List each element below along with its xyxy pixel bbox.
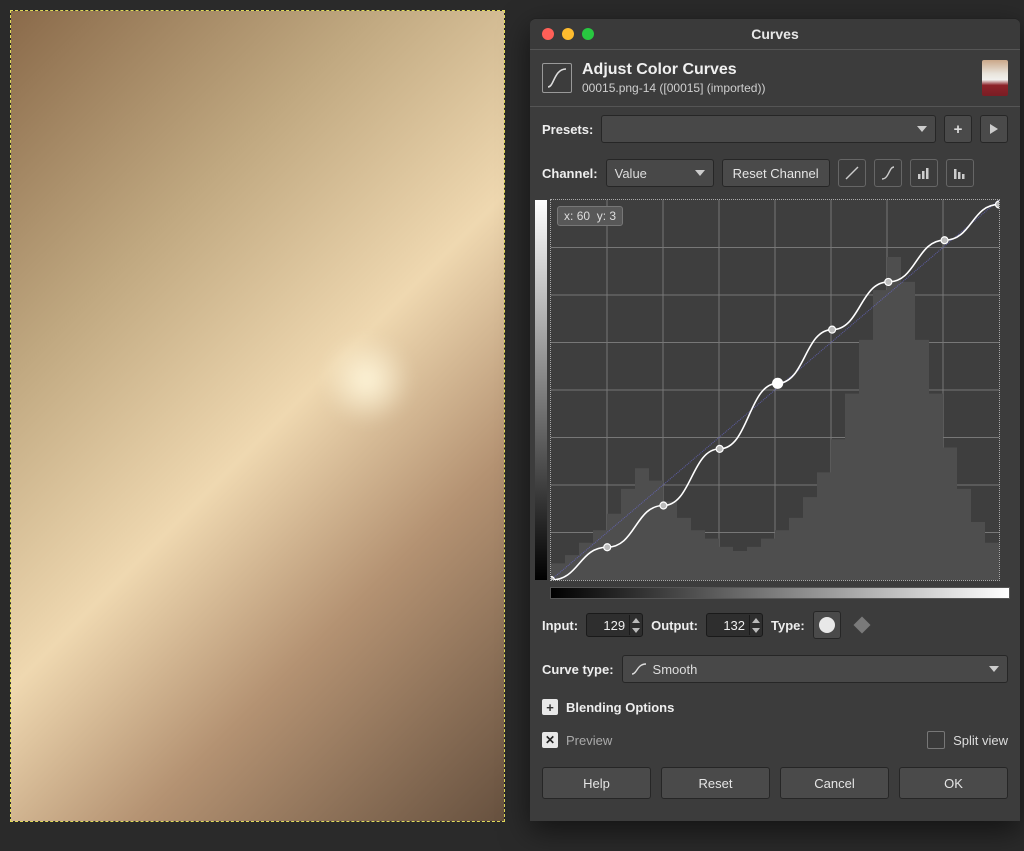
- type-label: Type:: [771, 618, 805, 633]
- split-view-label: Split view: [953, 733, 1008, 748]
- preset-picker-icon: [987, 122, 1001, 136]
- input-value: 129: [587, 618, 629, 633]
- cancel-button[interactable]: Cancel: [780, 767, 889, 799]
- curves-icon: [542, 63, 572, 93]
- output-value: 132: [707, 618, 749, 633]
- diamond-icon: [853, 617, 870, 634]
- plus-icon: +: [954, 121, 963, 138]
- dialog-titlebar[interactable]: Curves: [530, 19, 1020, 50]
- curves-dialog: Curves Adjust Color Curves 00015.png-14 …: [530, 18, 1020, 821]
- traffic-zoom-icon[interactable]: [582, 28, 594, 40]
- input-spinner[interactable]: 129: [586, 613, 643, 637]
- presets-label: Presets:: [542, 122, 593, 137]
- histogram-linear-icon: [916, 165, 932, 181]
- channel-label: Channel:: [542, 166, 598, 181]
- document-canvas[interactable]: [10, 10, 505, 822]
- image-thumbnail: [982, 60, 1008, 96]
- channel-select[interactable]: Value: [606, 159, 714, 187]
- output-step-up[interactable]: [749, 615, 762, 625]
- blending-expander-icon[interactable]: +: [542, 699, 558, 715]
- nonlinear-curve-icon: [880, 165, 896, 181]
- histogram-linear-button[interactable]: [910, 159, 938, 187]
- curve-type-label: Curve type:: [542, 662, 614, 677]
- output-gradient: [535, 200, 547, 580]
- output-spinner[interactable]: 132: [706, 613, 763, 637]
- chevron-down-icon: [695, 170, 705, 176]
- chevron-down-icon: [989, 666, 999, 672]
- preset-add-button[interactable]: +: [944, 115, 972, 143]
- linear-curve-button[interactable]: [838, 159, 866, 187]
- blending-label: Blending Options: [566, 700, 674, 715]
- point-type-smooth-button[interactable]: [813, 611, 841, 639]
- preset-picker-button[interactable]: [980, 115, 1008, 143]
- channel-row: Channel: Value Reset Channel: [530, 151, 1020, 195]
- preview-checkbox[interactable]: ✕: [542, 732, 558, 748]
- output-label: Output:: [651, 618, 698, 633]
- curve-type-select[interactable]: Smooth: [622, 655, 1008, 683]
- input-label: Input:: [542, 618, 578, 633]
- split-view-checkbox[interactable]: [927, 731, 945, 749]
- smooth-curve-icon: [631, 662, 647, 676]
- traffic-minimize-icon[interactable]: [562, 28, 574, 40]
- help-button[interactable]: Help: [542, 767, 651, 799]
- preview-label: Preview: [566, 733, 612, 748]
- dialog-title: Adjust Color Curves: [582, 61, 982, 79]
- circle-icon: [819, 617, 835, 633]
- histogram-log-icon: [952, 165, 968, 181]
- dialog-window-title: Curves: [530, 26, 1020, 42]
- dialog-footer: Help Reset Cancel OK: [530, 757, 1020, 809]
- input-step-up[interactable]: [629, 615, 642, 625]
- channel-value: Value: [615, 166, 689, 181]
- ok-button[interactable]: OK: [899, 767, 1008, 799]
- dialog-subtitle: 00015.png-14 ([00015] (imported)): [582, 81, 982, 95]
- curved-curve-button[interactable]: [874, 159, 902, 187]
- chevron-down-icon: [917, 126, 927, 132]
- traffic-close-icon[interactable]: [542, 28, 554, 40]
- histogram-log-button[interactable]: [946, 159, 974, 187]
- linear-curve-icon: [844, 165, 860, 181]
- curve-type-row: Curve type: Smooth: [530, 647, 1020, 691]
- curve-type-value: Smooth: [653, 662, 983, 677]
- image-preview: [11, 11, 504, 821]
- reset-button[interactable]: Reset: [661, 767, 770, 799]
- input-step-down[interactable]: [629, 625, 642, 635]
- presets-row: Presets: +: [530, 107, 1020, 151]
- input-gradient: [550, 587, 1010, 599]
- blending-row[interactable]: + Blending Options: [530, 691, 1020, 723]
- dialog-header: Adjust Color Curves 00015.png-14 ([00015…: [530, 50, 1020, 107]
- xy-readout: x: 60 y: 3: [557, 206, 623, 226]
- presets-select[interactable]: [601, 115, 936, 143]
- output-step-down[interactable]: [749, 625, 762, 635]
- curves-graph-svg: [551, 200, 999, 580]
- curves-graph[interactable]: x: 60 y: 3: [550, 199, 1000, 581]
- reset-channel-button[interactable]: Reset Channel: [722, 159, 830, 187]
- io-row: Input: 129 Output: 132 Type:: [530, 603, 1020, 647]
- preview-row: ✕ Preview Split view: [530, 723, 1020, 757]
- point-type-corner-button[interactable]: [849, 612, 875, 638]
